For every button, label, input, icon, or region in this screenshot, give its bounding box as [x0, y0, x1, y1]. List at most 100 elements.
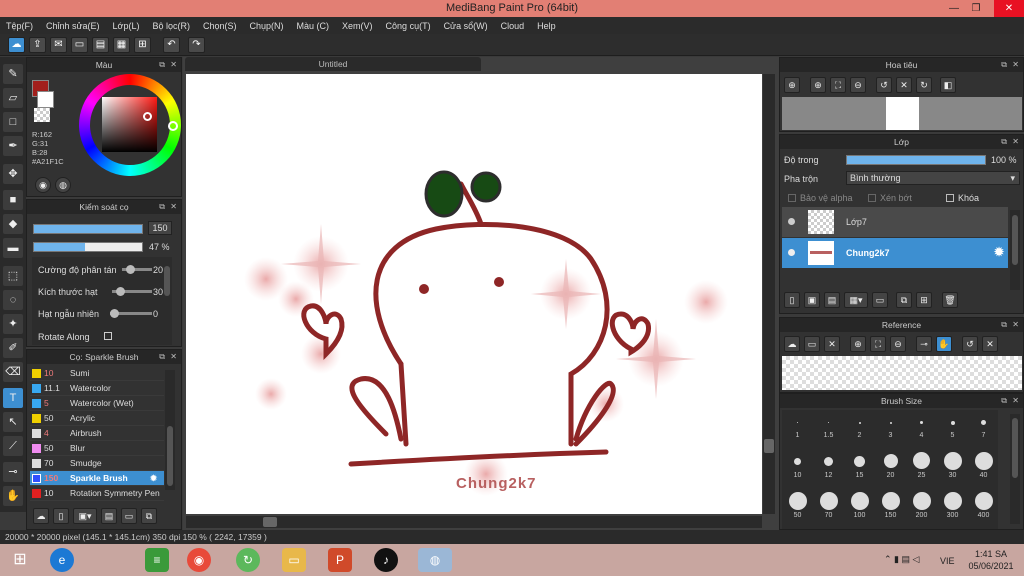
brush-size-cell[interactable]: 50: [782, 490, 813, 520]
powerpoint-icon[interactable]: P: [328, 548, 352, 572]
undock-icon[interactable]: ⧉: [159, 350, 165, 364]
restore-icon[interactable]: ❐: [966, 0, 986, 17]
windows-start-icon[interactable]: ⊞: [8, 548, 32, 572]
eye-icon[interactable]: [788, 249, 795, 256]
brush-item-selected[interactable]: 150 Sparkle Brush ✹: [30, 471, 164, 486]
brush-size-cell[interactable]: 4: [906, 410, 937, 440]
ref-zoom-in-icon[interactable]: ⊕: [850, 336, 866, 352]
language-indicator[interactable]: VIE: [940, 556, 955, 566]
ref-zoom-out-icon[interactable]: ⊖: [890, 336, 906, 352]
pages-icon[interactable]: ▦: [113, 37, 130, 53]
new-8bit-layer-icon[interactable]: ▤: [824, 292, 840, 308]
hue-picker-handle[interactable]: [168, 121, 178, 131]
close-panel-icon[interactable]: ✕: [170, 58, 177, 72]
close-panel-icon[interactable]: ✕: [170, 200, 177, 214]
tiktok-icon[interactable]: ♪: [374, 548, 398, 572]
rotate-right-icon[interactable]: ↻: [916, 77, 932, 93]
brush-item[interactable]: 70 Smudge: [30, 456, 164, 471]
undock-icon[interactable]: ⧉: [1001, 135, 1007, 149]
tray-icons[interactable]: ⌃ ▮ ▤ ◁: [884, 554, 919, 565]
new-brush-icon[interactable]: ▯: [53, 508, 69, 524]
brush-size-cell[interactable]: 15: [844, 450, 875, 480]
brush-list-scrollbar[interactable]: [165, 370, 175, 490]
bucket-tool-icon[interactable]: ◆: [3, 214, 23, 234]
cloud-ref-icon[interactable]: ☁: [784, 336, 800, 352]
drawing-canvas[interactable]: Chung2k7: [186, 74, 762, 514]
bluestacks-icon[interactable]: ≡: [145, 548, 169, 572]
menu-tools[interactable]: Công cụ(T): [386, 21, 431, 31]
brush-settings-icon[interactable]: ▤: [101, 508, 117, 524]
brush-size-cell[interactable]: 150: [875, 490, 906, 520]
close-panel-icon[interactable]: ✕: [170, 350, 177, 364]
brush-tool-icon[interactable]: ✎: [3, 64, 23, 84]
layer-scrollbar[interactable]: [1010, 210, 1020, 290]
ref-reset-icon[interactable]: ✕: [982, 336, 998, 352]
menu-window[interactable]: Cửa sổ(W): [444, 21, 488, 31]
pen-tool-icon[interactable]: ✒: [3, 136, 23, 156]
undock-icon[interactable]: ⧉: [1001, 394, 1007, 408]
new-layer-icon[interactable]: ▯: [784, 292, 800, 308]
grid-icon[interactable]: ⊞: [134, 37, 151, 53]
zoom-out-icon[interactable]: ⊖: [850, 77, 866, 93]
gradient-tool-icon[interactable]: ▬: [3, 238, 23, 258]
undock-icon[interactable]: ⧉: [1001, 318, 1007, 332]
close-panel-icon[interactable]: ✕: [1012, 58, 1019, 72]
ref-eyedropper-icon[interactable]: ⊸: [916, 336, 932, 352]
menu-help[interactable]: Help: [537, 21, 556, 31]
close-panel-icon[interactable]: ✕: [1012, 135, 1019, 149]
menu-select[interactable]: Chọn(S): [203, 21, 237, 31]
duplicate-brush-icon[interactable]: ⧉: [141, 508, 157, 524]
layer-row-selected[interactable]: Chung2k7 ✹: [782, 238, 1008, 268]
hue-wheel[interactable]: [79, 74, 181, 176]
horizontal-scrollbar[interactable]: [186, 516, 762, 528]
rect-tool-icon[interactable]: □: [3, 112, 23, 132]
transparent-swatch[interactable]: [34, 108, 50, 122]
brush-size-cell[interactable]: 70: [813, 490, 844, 520]
add-layer-menu-icon[interactable]: ▦▾: [844, 292, 868, 308]
zoom-in-icon[interactable]: ⊕: [784, 77, 800, 93]
brush-size-cell[interactable]: 20: [875, 450, 906, 480]
close-panel-icon[interactable]: ✕: [1012, 394, 1019, 408]
select-rect-icon[interactable]: ⬚: [3, 266, 23, 286]
delete-layer-icon[interactable]: 🗑: [942, 292, 958, 308]
reset-view-icon[interactable]: ✕: [896, 77, 912, 93]
cloud-brush-icon[interactable]: ☁: [33, 508, 49, 524]
text-tool-icon[interactable]: T: [3, 388, 23, 408]
brush-size-cell[interactable]: 12: [813, 450, 844, 480]
brush-item[interactable]: 50 Blur: [30, 441, 164, 456]
fill-rect-tool-icon[interactable]: ■: [3, 190, 23, 210]
hand-tool-icon[interactable]: ✋: [3, 486, 23, 506]
brush-size-cell[interactable]: 5: [937, 410, 968, 440]
brush-size-cell[interactable]: 300: [937, 490, 968, 520]
brush-size-cell[interactable]: 7: [968, 410, 999, 440]
alpha-checkbox[interactable]: [788, 194, 796, 202]
ref-fit-icon[interactable]: ⛶: [870, 336, 886, 352]
add-brush-menu-icon[interactable]: ▣▾: [73, 508, 97, 524]
brush-size-cell[interactable]: 400: [968, 490, 999, 520]
menu-snap[interactable]: Chụp(N): [250, 21, 284, 31]
brush-size-cell[interactable]: 40: [968, 450, 999, 480]
merge-layer-icon[interactable]: ⊞: [916, 292, 932, 308]
eraser-tool-icon[interactable]: ▱: [3, 88, 23, 108]
brush-item[interactable]: 50 Acrylic: [30, 411, 164, 426]
brush-params-scrollbar[interactable]: [164, 266, 170, 296]
layer-folder-icon[interactable]: ▭: [872, 292, 888, 308]
redo-icon[interactable]: ↷: [188, 37, 205, 53]
eyedropper-icon[interactable]: ⊸: [3, 462, 23, 482]
internet-explorer-icon[interactable]: e: [50, 548, 74, 572]
select-pen-icon[interactable]: ✐: [3, 338, 23, 358]
brush-folder-icon[interactable]: ▭: [121, 508, 137, 524]
select-eraser-icon[interactable]: ⌫: [3, 362, 23, 382]
palette-icon[interactable]: ◉: [35, 177, 51, 193]
brush-opacity-slider[interactable]: [33, 242, 143, 252]
param-slider[interactable]: [112, 287, 152, 296]
saturation-value-square[interactable]: [102, 97, 157, 152]
brush-size-cell[interactable]: 30: [937, 450, 968, 480]
close-icon[interactable]: ✕: [994, 0, 1024, 17]
brush-size-cell[interactable]: 2: [844, 410, 875, 440]
menu-color[interactable]: Màu (C): [297, 21, 330, 31]
brush-size-slider[interactable]: [33, 224, 143, 234]
menu-file[interactable]: Tệp(F): [6, 21, 33, 31]
param-checkbox[interactable]: [104, 332, 112, 340]
menu-layer[interactable]: Lớp(L): [113, 21, 140, 31]
